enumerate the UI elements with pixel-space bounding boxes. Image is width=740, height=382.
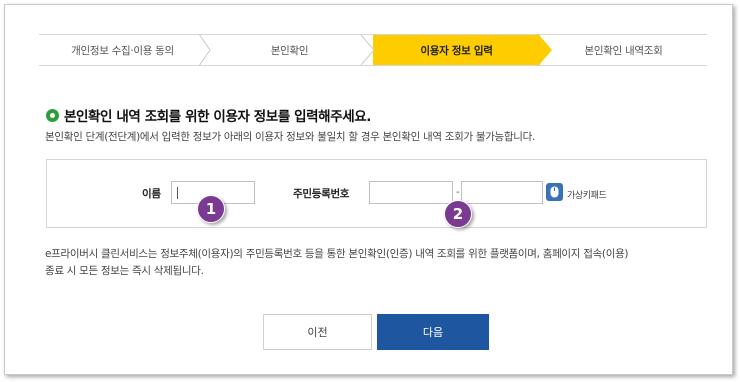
bullet-icon: [46, 108, 59, 122]
name-label: 이름: [142, 188, 161, 200]
notice-line-1: e프라이버시 클린서비스는 정보주체(이용자)의 주민등록번호 등을 통한 본인…: [45, 248, 629, 260]
rrn-first-input[interactable]: [369, 181, 453, 204]
section-heading: 본인확인 내역 조회를 위한 이용자 정보를 입력해주세요.: [46, 105, 371, 125]
step-verification-label: 본인확인: [270, 44, 309, 57]
progress-stepper: 개인정보 수집·이용 동의 본인확인 이용자 정보 입력 본인확인 내역조회: [39, 34, 707, 66]
text-cursor: [177, 187, 178, 199]
virtual-keypad-label[interactable]: 가상키패드: [567, 188, 607, 201]
step-separator-icon: [198, 34, 211, 66]
prev-button[interactable]: 이전: [263, 314, 372, 350]
page-subtitle: 본인확인 단계(전단계)에서 입력한 정보가 아래의 이용자 정보와 불일치 할…: [45, 131, 536, 143]
step-badge-1: 1: [197, 195, 225, 223]
rrn-separator: -: [456, 187, 460, 198]
step-badge-2: 2: [444, 200, 472, 228]
privacy-notice: e프라이버시 클린서비스는 정보주체(이용자)의 주민등록번호 등을 통한 본인…: [45, 246, 715, 280]
next-button[interactable]: 다음: [377, 314, 489, 350]
step-verification: 본인확인: [206, 35, 373, 65]
mouse-icon: [550, 186, 559, 198]
step-consent: 개인정보 수집·이용 동의: [39, 34, 211, 66]
step-history-label: 본인확인 내역조회: [584, 44, 663, 57]
virtual-keypad-icon[interactable]: [546, 183, 563, 201]
notice-line-2: 종료 시 모든 정보는 즉시 삭제됩니다.: [45, 265, 204, 277]
window-frame: 개인정보 수집·이용 동의 본인확인 이용자 정보 입력 본인확인 내역조회 본…: [4, 4, 733, 375]
step-consent-label: 개인정보 수집·이용 동의: [71, 44, 174, 57]
step-user-info-label: 이용자 정보 입력: [420, 44, 493, 57]
rrn-second-input[interactable]: [461, 181, 543, 204]
user-info-form: 이름 주민등록번호 - 가상키패드 1 2: [46, 159, 707, 228]
step-history: 본인확인 내역조회: [540, 35, 707, 65]
rrn-label: 주민등록번호: [293, 188, 350, 200]
page-title: 본인확인 내역 조회를 위한 이용자 정보를 입력해주세요.: [64, 109, 371, 125]
step-active-left-notch-icon: [361, 35, 374, 65]
step-active-arrow-icon: [539, 35, 552, 65]
step-user-info: 이용자 정보 입력: [361, 35, 552, 65]
